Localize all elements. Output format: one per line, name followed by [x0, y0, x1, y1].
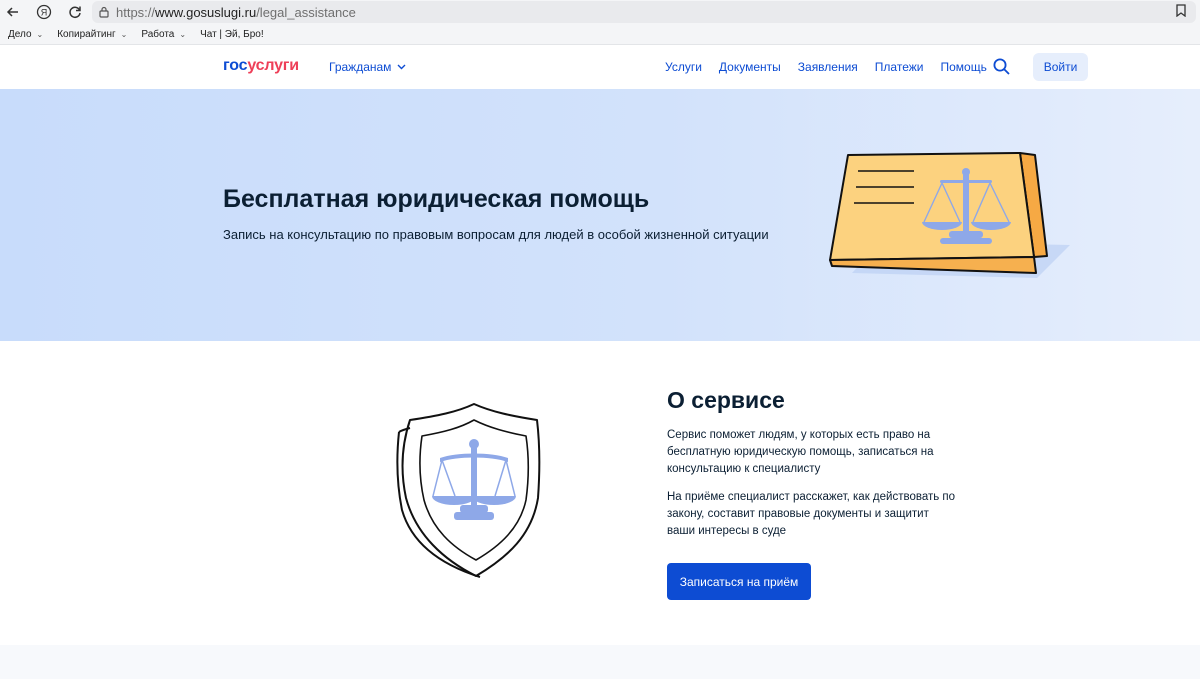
about-paragraph: Сервис поможет людям, у которых есть пра…	[667, 429, 934, 475]
nav-applications[interactable]: Заявления	[798, 60, 858, 74]
nav-services[interactable]: Услуги	[665, 60, 702, 74]
nav-help[interactable]: Помощь	[940, 60, 986, 74]
browser-chrome: Я https://www.gosuslugi.ru/legal_assista…	[0, 0, 1200, 44]
yandex-icon[interactable]: Я	[33, 2, 55, 22]
nav-payments[interactable]: Платежи	[875, 60, 924, 74]
back-arrow-icon[interactable]	[2, 2, 24, 22]
search-icon[interactable]	[993, 58, 1010, 80]
chevron-down-icon: ⌄	[120, 29, 128, 39]
bookmark-label: Работа	[141, 28, 175, 40]
bookmark-label: Копирайтинг	[57, 28, 116, 40]
chevron-down-icon: ⌄	[36, 29, 44, 39]
page-title: Бесплатная юридическая помощь	[223, 185, 650, 213]
lock-icon	[92, 6, 116, 18]
browser-toolbar: Я https://www.gosuslugi.ru/legal_assista…	[0, 0, 1200, 24]
bookmark-folder-rabota[interactable]: Работа ⌄	[141, 29, 186, 40]
address-bar[interactable]: https://www.gosuslugi.ru/legal_assistanc…	[92, 1, 1196, 23]
main-nav: Услуги Документы Заявления Платежи Помощ…	[665, 60, 1004, 74]
book-appointment-button[interactable]: Записаться на приём	[667, 563, 811, 600]
svg-text:Я: Я	[41, 8, 48, 18]
bookmark-folder-copywriting[interactable]: Копирайтинг ⌄	[57, 29, 127, 40]
bookmark-label: Дело	[8, 28, 32, 40]
about-paragraph: На приёме специалист расскажет, как дейс…	[667, 491, 956, 537]
audience-dropdown[interactable]: Гражданам	[329, 60, 406, 74]
bookmark-folder-delo[interactable]: Дело ⌄	[8, 29, 43, 40]
bookmark-icon[interactable]	[1176, 4, 1186, 22]
gosuslugi-logo[interactable]: госуслуги	[223, 57, 299, 75]
next-section-background	[0, 645, 1200, 679]
url-text: https://www.gosuslugi.ru/legal_assistanc…	[116, 4, 356, 20]
section-title: О сервисе	[667, 387, 785, 413]
hero-banner: Бесплатная юридическая помощь Запись на …	[0, 89, 1200, 341]
shield-scales-illustration	[392, 400, 552, 585]
audience-label: Гражданам	[329, 60, 392, 74]
nav-documents[interactable]: Документы	[719, 60, 781, 74]
chevron-down-icon	[397, 62, 406, 72]
login-button[interactable]: Войти	[1033, 53, 1088, 81]
chevron-down-icon: ⌄	[179, 29, 187, 39]
bookmark-label: Чат | Эй, Бро!	[200, 28, 264, 40]
page-subtitle: Запись на консультацию по правовым вопро…	[223, 227, 769, 242]
reload-icon[interactable]	[64, 2, 86, 22]
scales-card-illustration	[822, 145, 1072, 290]
bookmark-chat[interactable]: Чат | Эй, Бро!	[200, 29, 264, 40]
bookmarks-bar: Дело ⌄ Копирайтинг ⌄ Работа ⌄ Чат | Эй, Бро…	[0, 24, 1200, 44]
site-header: госуслуги Гражданам Услуги Документы Зая…	[0, 44, 1200, 89]
